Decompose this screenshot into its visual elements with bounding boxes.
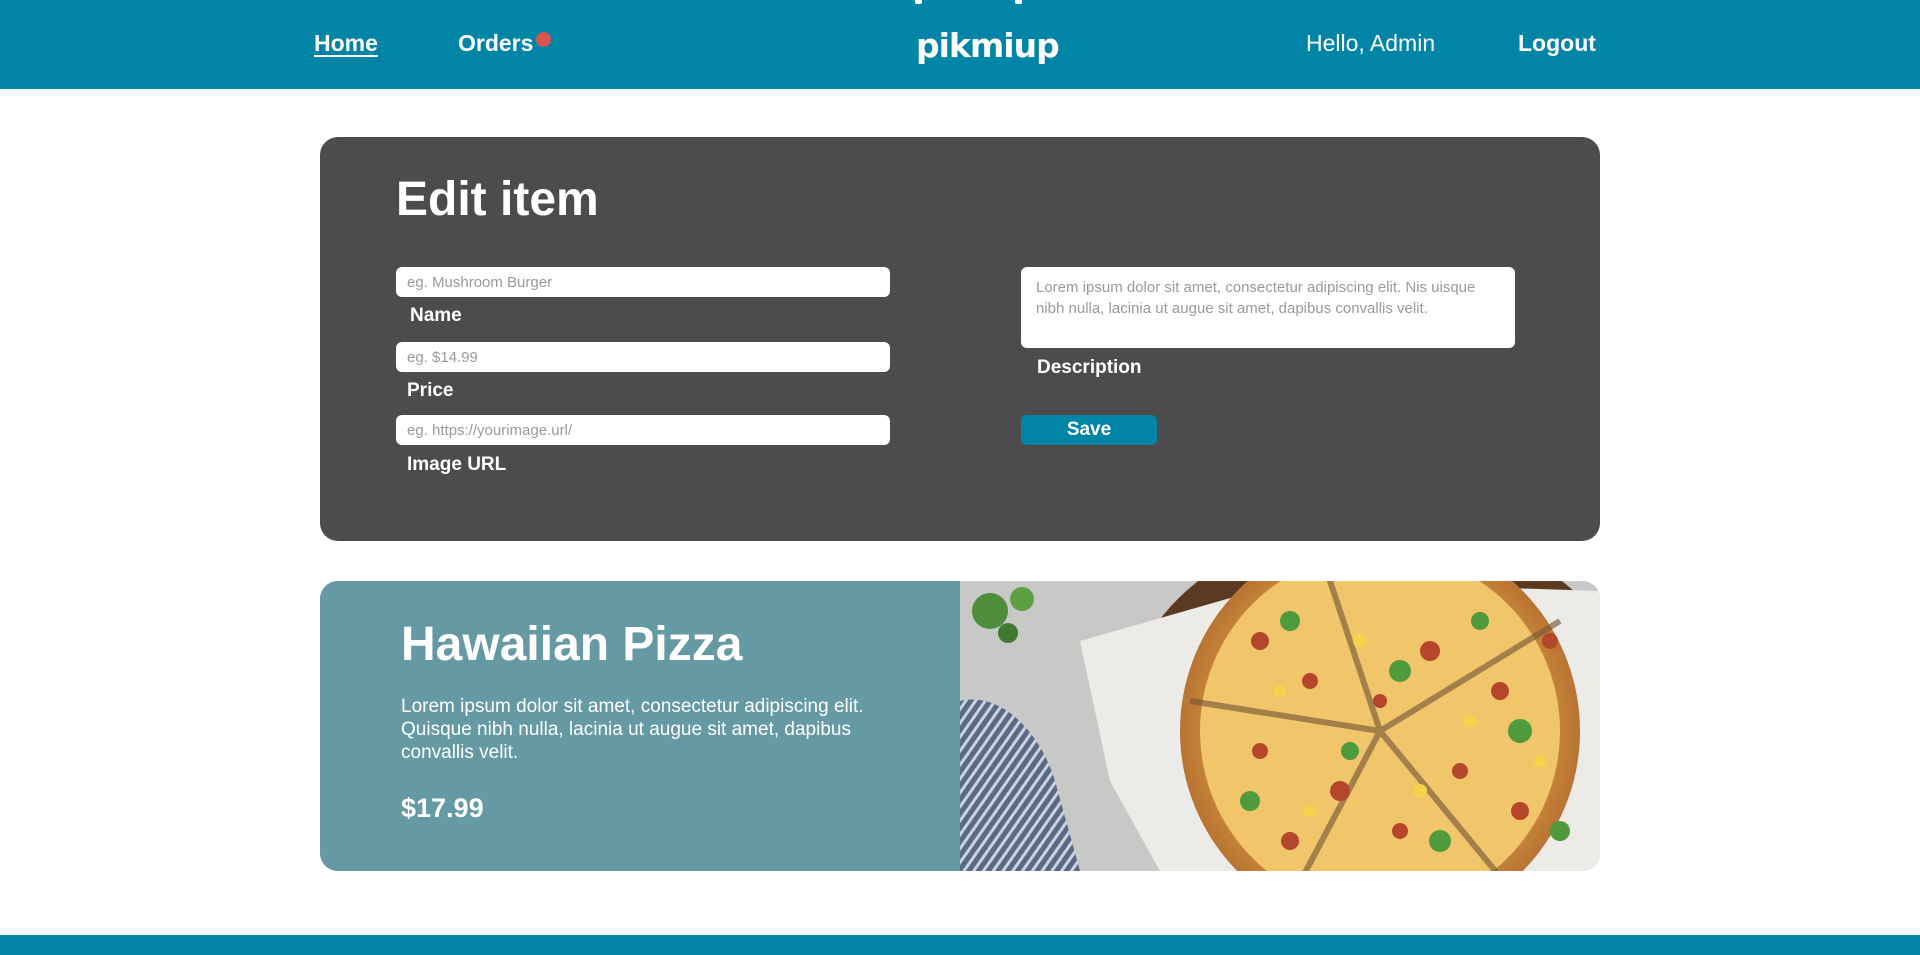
preview-item-description: Lorem ipsum dolor sit amet, consectetur … xyxy=(401,696,864,763)
notification-dot-icon xyxy=(536,32,551,47)
item-description-textarea[interactable] xyxy=(1021,267,1515,348)
save-button[interactable]: Save xyxy=(1021,415,1157,445)
item-price-label: Price xyxy=(407,380,454,401)
item-description-label: Description xyxy=(1037,357,1142,378)
preview-item-title: Hawaiian Pizza xyxy=(401,618,743,671)
edit-item-title: Edit item xyxy=(396,173,599,226)
item-name-label: Name xyxy=(410,305,462,326)
pikmiup-logo[interactable]: pikmiup xyxy=(916,26,1060,66)
nav-home-link[interactable]: Home xyxy=(314,30,378,57)
user-greeting: Hello, Admin xyxy=(1306,30,1436,56)
pizza-photo xyxy=(960,581,1600,871)
item-image-url-input[interactable] xyxy=(396,415,890,445)
preview-item-price: $17.99 xyxy=(401,793,484,823)
logout-link[interactable]: Logout xyxy=(1518,30,1596,57)
footer-bar xyxy=(0,935,1920,955)
preview-info-panel: Hawaiian Pizza Lorem ipsum dolor sit ame… xyxy=(320,581,960,871)
logo-text: pikmiup xyxy=(916,26,1060,65)
item-image-url-label: Image URL xyxy=(407,454,507,475)
logo-overflow-fragment xyxy=(915,0,1022,4)
item-price-input[interactable] xyxy=(396,342,890,372)
nav-orders-link[interactable]: Orders xyxy=(458,30,533,57)
item-name-input[interactable] xyxy=(396,267,890,297)
item-preview-card: Hawaiian Pizza Lorem ipsum dolor sit ame… xyxy=(320,581,1600,871)
